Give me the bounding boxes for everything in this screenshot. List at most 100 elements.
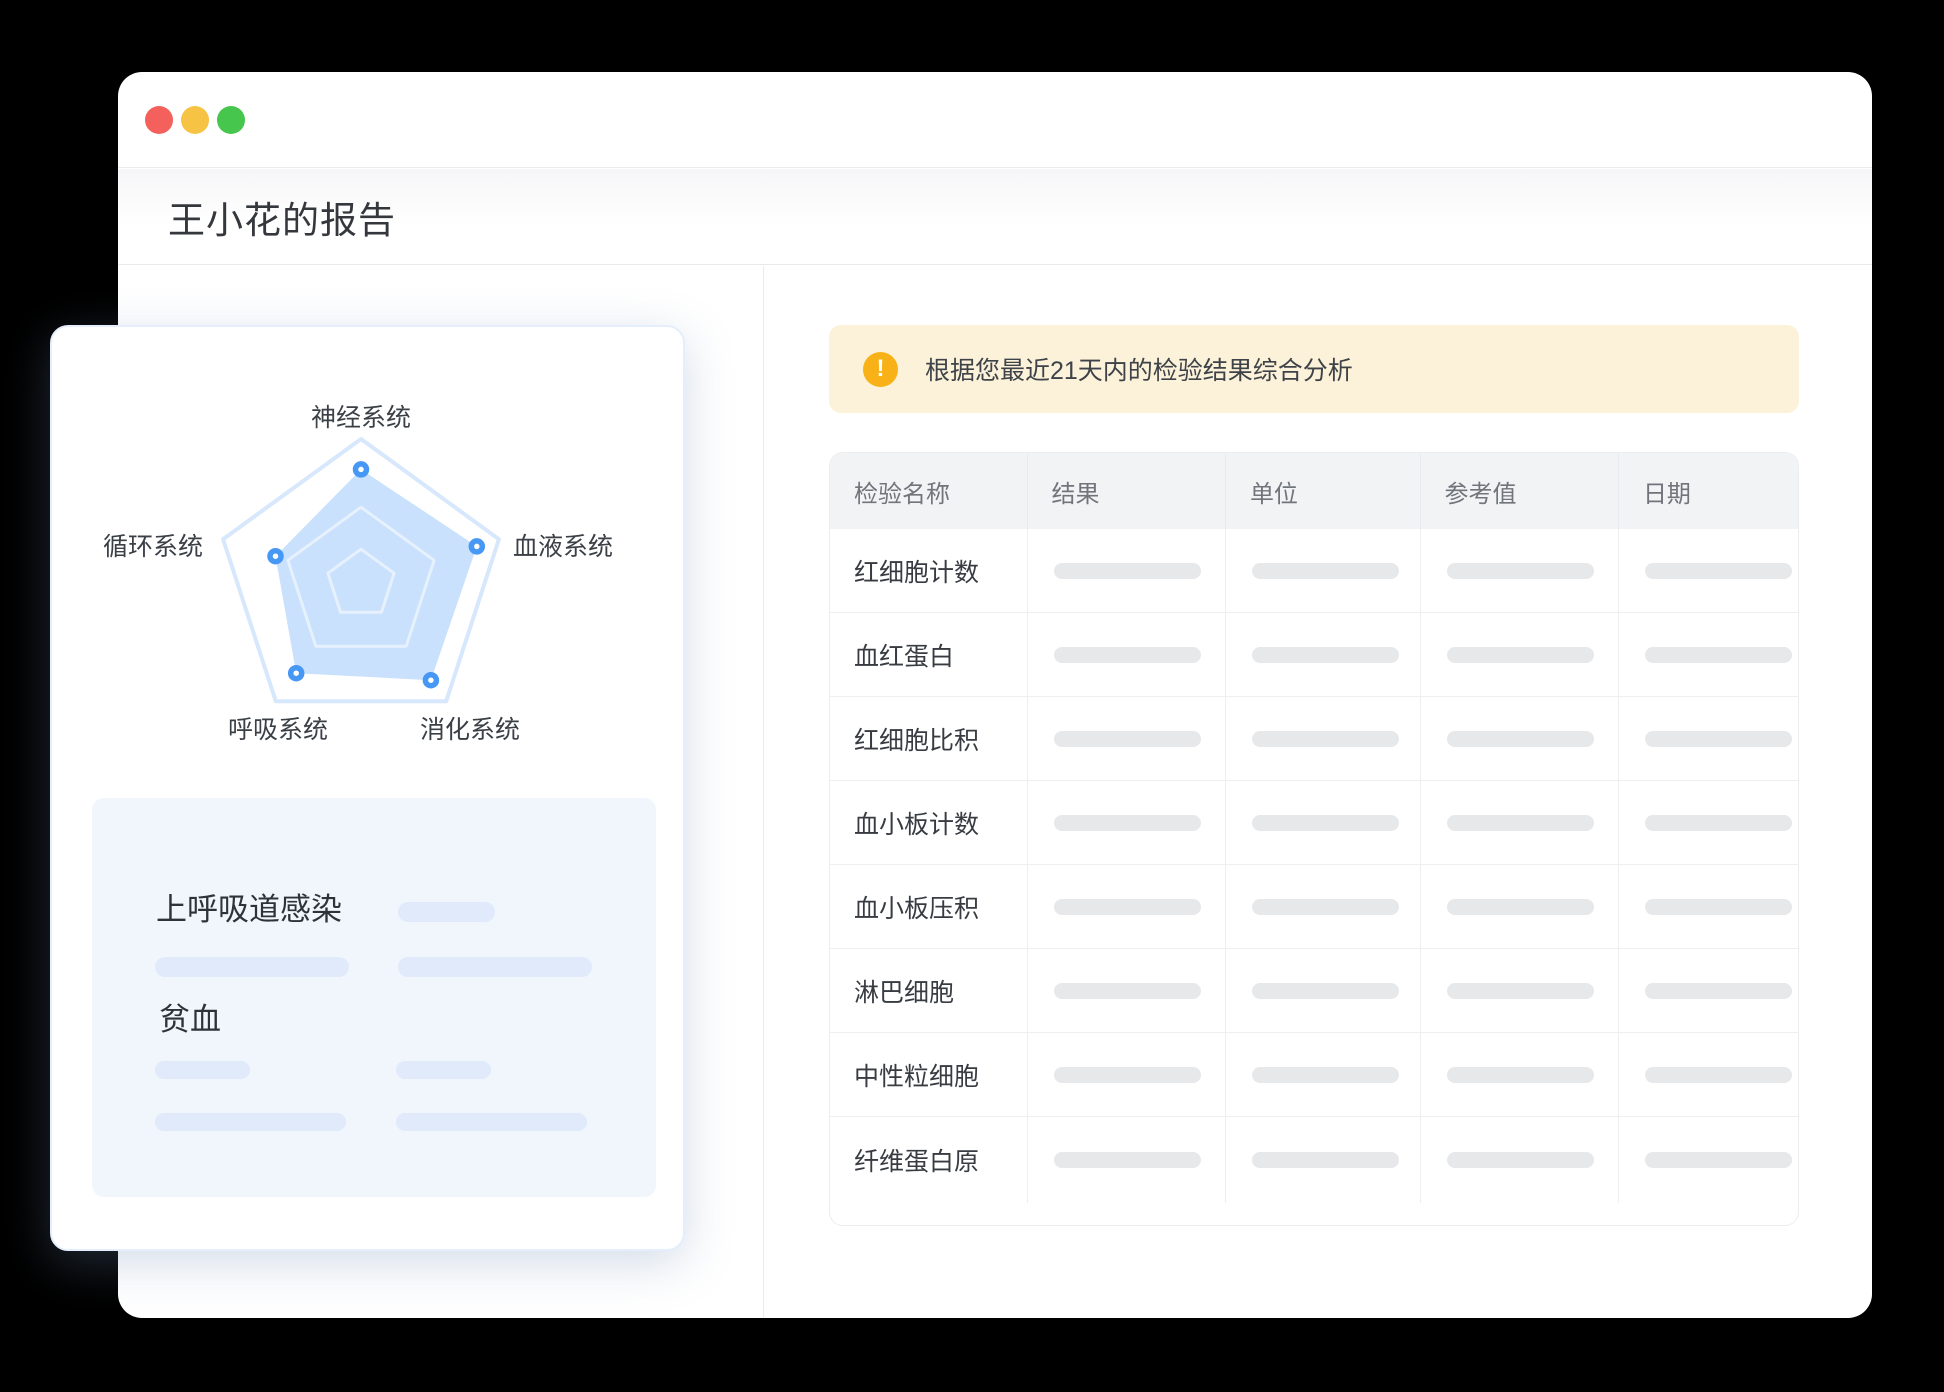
radar-axis-respiratory: 呼吸系统 (228, 710, 328, 746)
placeholder-pill (155, 957, 349, 977)
placeholder-pill (1645, 899, 1792, 915)
radar-data-point (471, 541, 482, 552)
placeholder-cell (1027, 613, 1225, 696)
placeholder-pill (1447, 731, 1594, 747)
test-name-cell: 中性粒细胞 (830, 1033, 1027, 1116)
table-row: 淋巴细胞 (830, 948, 1798, 1032)
exclamation-icon: ! (863, 352, 898, 387)
placeholder-pill (1054, 1067, 1201, 1083)
lab-results-table: 检验名称 结果 单位 参考值 日期 红细胞计数血红蛋白红细胞比积血小板计数血小板… (829, 452, 1799, 1226)
placeholder-cell (1027, 529, 1225, 612)
placeholder-pill (1645, 983, 1792, 999)
placeholder-cell (1420, 949, 1618, 1032)
diagnosis-box: 上呼吸道感染 贫血 (92, 798, 656, 1197)
placeholder-cell (1225, 697, 1420, 780)
placeholder-pill (1252, 647, 1399, 663)
table-row: 红细胞计数 (830, 529, 1798, 612)
placeholder-pill (1447, 1067, 1594, 1083)
placeholder-cell (1027, 1117, 1225, 1203)
placeholder-cell (1225, 781, 1420, 864)
placeholder-cell (1618, 949, 1798, 1032)
table-row: 血红蛋白 (830, 612, 1798, 696)
table-row: 红细胞比积 (830, 696, 1798, 780)
column-header-reference: 参考值 (1420, 453, 1618, 529)
results-pane: ! 根据您最近21天内的检验结果综合分析 检验名称 结果 单位 参考值 日期 红… (764, 266, 1872, 1318)
placeholder-pill (1645, 1067, 1792, 1083)
table-row: 血小板压积 (830, 864, 1798, 948)
radar-chart: 神经系统 血液系统 消化系统 呼吸系统 循环系统 (52, 327, 683, 797)
radar-axis-digestive: 消化系统 (420, 710, 520, 746)
analysis-notice-banner: ! 根据您最近21天内的检验结果综合分析 (829, 325, 1799, 413)
placeholder-pill (1447, 899, 1594, 915)
placeholder-pill (396, 1061, 491, 1079)
placeholder-pill (1645, 1152, 1792, 1168)
placeholder-cell (1225, 613, 1420, 696)
placeholder-cell (1618, 1117, 1798, 1203)
screenshot-stage: 王小花的报告 ! 根据您最近21天内的检验结果综合分析 检验名称 结果 单位 参… (0, 0, 1944, 1392)
placeholder-pill (1645, 815, 1792, 831)
placeholder-cell (1420, 529, 1618, 612)
placeholder-cell (1225, 1033, 1420, 1116)
table-row: 血小板计数 (830, 780, 1798, 864)
placeholder-cell (1027, 1033, 1225, 1116)
placeholder-pill (1645, 563, 1792, 579)
radar-data-point (425, 675, 436, 686)
placeholder-cell (1027, 865, 1225, 948)
placeholder-cell (1027, 949, 1225, 1032)
placeholder-cell (1618, 529, 1798, 612)
placeholder-cell (1618, 697, 1798, 780)
test-name-cell: 血小板计数 (830, 781, 1027, 864)
placeholder-pill (1252, 731, 1399, 747)
notice-text: 根据您最近21天内的检验结果综合分析 (925, 351, 1353, 387)
placeholder-pill (1054, 563, 1201, 579)
placeholder-pill (155, 1061, 250, 1079)
placeholder-cell (1420, 1117, 1618, 1203)
placeholder-pill (1054, 1152, 1201, 1168)
placeholder-cell (1027, 781, 1225, 864)
placeholder-pill (1054, 731, 1201, 747)
placeholder-pill (398, 902, 495, 922)
report-header: 王小花的报告 (118, 169, 1872, 265)
placeholder-pill (1054, 815, 1201, 831)
table-row: 中性粒细胞 (830, 1032, 1798, 1116)
placeholder-pill (1252, 983, 1399, 999)
close-button[interactable] (145, 106, 173, 134)
placeholder-pill (1447, 983, 1594, 999)
placeholder-cell (1618, 1033, 1798, 1116)
placeholder-pill (1252, 815, 1399, 831)
placeholder-cell (1420, 613, 1618, 696)
placeholder-pill (1252, 899, 1399, 915)
radar-axis-blood: 血液系统 (513, 527, 613, 563)
diagnosis-label: 贫血 (159, 994, 221, 1039)
placeholder-cell (1420, 697, 1618, 780)
test-name-cell: 红细胞比积 (830, 697, 1027, 780)
maximize-button[interactable] (217, 106, 245, 134)
placeholder-pill (1252, 563, 1399, 579)
placeholder-cell (1225, 1117, 1420, 1203)
radar-data-point (356, 464, 367, 475)
radar-axis-circulatory: 循环系统 (103, 527, 203, 563)
placeholder-pill (1645, 731, 1792, 747)
radar-data-point (291, 668, 302, 679)
placeholder-pill (1447, 563, 1594, 579)
placeholder-pill (1447, 647, 1594, 663)
diagnosis-label: 上呼吸道感染 (156, 884, 342, 929)
placeholder-cell (1618, 865, 1798, 948)
placeholder-pill (1054, 983, 1201, 999)
placeholder-pill (1252, 1067, 1399, 1083)
column-header-test-name: 检验名称 (830, 453, 1027, 529)
placeholder-cell (1420, 865, 1618, 948)
minimize-button[interactable] (181, 106, 209, 134)
window-titlebar (118, 72, 1872, 168)
placeholder-pill (1645, 647, 1792, 663)
placeholder-cell (1027, 697, 1225, 780)
column-header-result: 结果 (1027, 453, 1225, 529)
placeholder-pill (155, 1113, 346, 1131)
radar-axis-nervous: 神经系统 (311, 398, 411, 434)
placeholder-cell (1225, 949, 1420, 1032)
placeholder-pill (396, 1113, 587, 1131)
test-name-cell: 淋巴细胞 (830, 949, 1027, 1032)
test-name-cell: 红细胞计数 (830, 529, 1027, 612)
placeholder-cell (1618, 613, 1798, 696)
placeholder-pill (1054, 899, 1201, 915)
